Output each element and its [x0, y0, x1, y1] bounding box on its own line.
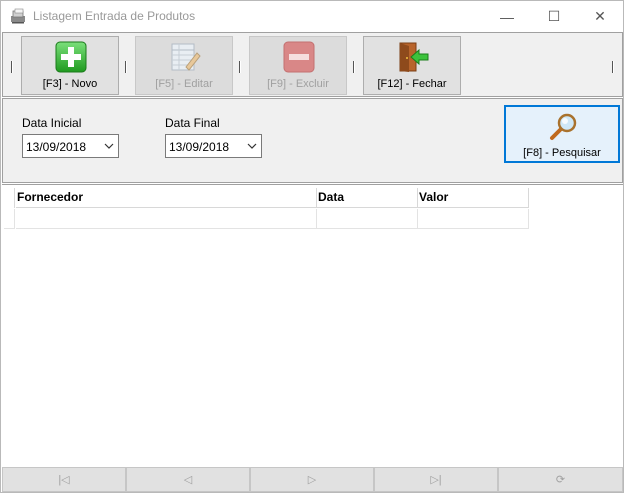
close-icon: ✕ — [594, 8, 606, 24]
delete-button-label: [F9] - Excluir — [267, 78, 329, 90]
start-date-picker[interactable]: 13/09/2018 — [22, 134, 119, 158]
minimize-button[interactable]: — — [484, 1, 530, 32]
column-header-valor[interactable]: Valor — [418, 188, 529, 208]
next-record-icon: ▷ — [307, 474, 317, 486]
maximize-button[interactable]: ☐ — [531, 1, 577, 32]
end-date-value: 13/09/2018 — [169, 140, 230, 154]
toolbar: [F3] - Novo [F5] - Editar [F9] - Excluir — [2, 32, 623, 97]
window-title: Listagem Entrada de Produtos — [33, 9, 196, 23]
nav-last-button[interactable]: ▷| — [374, 467, 498, 492]
end-date-picker[interactable]: 13/09/2018 — [165, 134, 262, 158]
minimize-icon: — — [500, 8, 514, 25]
new-button-label: [F3] - Novo — [42, 78, 98, 90]
minus-icon — [283, 41, 315, 73]
edit-sheet-icon — [171, 43, 201, 71]
products-grid[interactable]: Fornecedor Data Valor — [2, 184, 623, 467]
refresh-icon: ⟳ — [555, 474, 566, 486]
prior-record-icon: ◁ — [183, 474, 193, 486]
filter-panel: Data Inicial 13/09/2018 Data Final 13/09… — [2, 98, 623, 183]
delete-button[interactable]: [F9] - Excluir — [249, 36, 347, 95]
grid-indicator-header — [4, 188, 15, 208]
close-form-button[interactable]: [F12] - Fechar — [363, 36, 461, 95]
edit-button-label: [F5] - Editar — [155, 78, 213, 90]
plus-icon — [55, 41, 87, 73]
end-date-label: Data Final — [165, 116, 220, 130]
magnifier-icon — [550, 113, 577, 140]
toolbar-separator — [11, 61, 13, 73]
toolbar-separator — [239, 61, 241, 73]
title-bar: Listagem Entrada de Produtos — ☐ ✕ — [1, 1, 623, 32]
app-icon — [11, 8, 25, 24]
cell-data[interactable] — [317, 209, 418, 229]
toolbar-separator — [353, 61, 355, 73]
app-window: Listagem Entrada de Produtos — ☐ ✕ [F3] … — [0, 0, 624, 493]
nav-next-button[interactable]: ▷ — [250, 467, 374, 492]
cell-valor[interactable] — [418, 209, 529, 229]
nav-prior-button[interactable]: ◁ — [126, 467, 250, 492]
column-header-fornecedor[interactable]: Fornecedor — [16, 188, 317, 208]
nav-refresh-button[interactable]: ⟳ — [498, 467, 623, 492]
column-header-data[interactable]: Data — [317, 188, 418, 208]
new-button[interactable]: [F3] - Novo — [21, 36, 119, 95]
search-button[interactable]: [F8] - Pesquisar — [504, 105, 620, 163]
chevron-down-icon[interactable] — [246, 139, 258, 153]
nav-first-button[interactable]: |◁ — [2, 467, 126, 492]
first-record-icon: |◁ — [58, 474, 70, 486]
maximize-icon: ☐ — [547, 8, 561, 24]
edit-button[interactable]: [F5] - Editar — [135, 36, 233, 95]
row-indicator — [4, 209, 15, 229]
start-date-value: 13/09/2018 — [26, 140, 87, 154]
close-form-button-label: [F12] - Fechar — [377, 78, 447, 90]
start-date-label: Data Inicial — [22, 116, 82, 130]
close-button[interactable]: ✕ — [577, 1, 623, 32]
exit-door-icon — [399, 42, 429, 72]
chevron-down-icon[interactable] — [103, 139, 115, 153]
cell-fornecedor[interactable] — [16, 209, 317, 229]
last-record-icon: ▷| — [430, 474, 442, 486]
toolbar-separator — [612, 61, 614, 73]
data-navigator: |◁ ◁ ▷ ▷| ⟳ — [2, 467, 623, 492]
search-button-label: [F8] - Pesquisar — [523, 147, 601, 159]
toolbar-separator — [125, 61, 127, 73]
